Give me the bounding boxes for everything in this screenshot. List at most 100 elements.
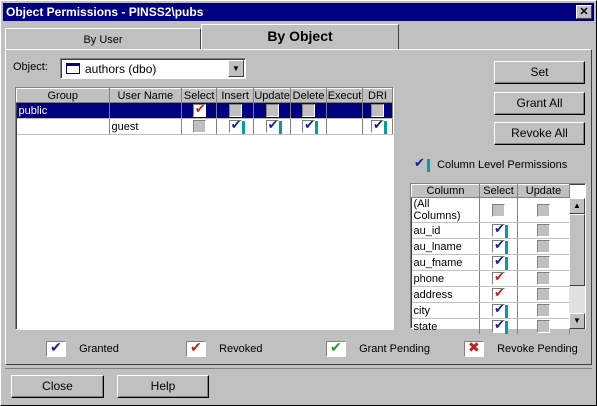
permission-insert-checkbox[interactable] xyxy=(228,104,242,117)
column-row[interactable]: (All Columns) xyxy=(411,197,570,223)
column-update-checkbox[interactable] xyxy=(537,256,550,269)
column-name-cell[interactable]: address xyxy=(411,286,480,303)
tab-by-user[interactable]: By User xyxy=(5,28,201,50)
column-row[interactable]: au_lname xyxy=(411,237,570,255)
column-name-cell[interactable]: (All Columns) xyxy=(411,197,480,223)
permission-update-checkbox[interactable] xyxy=(265,117,282,134)
col-header-delete[interactable]: Delete xyxy=(290,88,328,103)
column-select-checkbox[interactable] xyxy=(492,269,505,285)
set-button[interactable]: Set xyxy=(494,61,585,84)
column-update-cell[interactable] xyxy=(517,238,570,255)
col-header-execute[interactable]: Execut xyxy=(326,88,364,103)
column-row[interactable]: city xyxy=(411,301,570,319)
permission-select-checkbox[interactable] xyxy=(192,120,206,133)
legend-revoke-pending: ✖ Revoke Pending xyxy=(464,339,578,357)
column-update-checkbox[interactable] xyxy=(537,320,550,333)
col-header-group[interactable]: Group xyxy=(16,88,110,103)
vertical-scrollbar[interactable]: ▲ ▼ xyxy=(569,198,585,329)
permission-dri-cell[interactable] xyxy=(362,117,393,135)
column-update-cell[interactable] xyxy=(517,270,570,287)
permission-row[interactable]: guest xyxy=(16,117,393,135)
scroll-down-icon[interactable]: ▼ xyxy=(569,313,585,329)
permission-dri-checkbox[interactable] xyxy=(371,117,388,134)
column-update-checkbox[interactable] xyxy=(537,224,550,237)
column-name-cell[interactable]: au_fname xyxy=(411,254,480,271)
column-row[interactable]: phone xyxy=(411,269,570,287)
help-button[interactable]: Help xyxy=(117,375,209,398)
column-select-checkbox[interactable] xyxy=(492,203,505,217)
permission-group-cell[interactable]: public xyxy=(16,102,110,119)
column-update-checkbox[interactable] xyxy=(537,272,550,285)
permission-user-cell[interactable]: guest xyxy=(109,118,183,135)
col-header-user-name[interactable]: User Name xyxy=(108,88,183,103)
table-icon xyxy=(66,63,80,74)
col-header-dri[interactable]: DRI xyxy=(362,88,393,103)
column-update-cell[interactable] xyxy=(517,254,570,271)
col-header-insert[interactable]: Insert xyxy=(216,88,255,103)
column-permissions-grid[interactable]: Column Select Update (All Columns)au_ida… xyxy=(410,183,586,335)
tab-by-object[interactable]: By Object xyxy=(201,24,399,49)
column-row[interactable]: address xyxy=(411,285,570,303)
col-header-col-select[interactable]: Select xyxy=(479,184,518,198)
column-select-cell[interactable] xyxy=(479,197,518,223)
column-update-checkbox[interactable] xyxy=(537,203,550,217)
permission-delete-cell[interactable] xyxy=(290,117,328,135)
chevron-down-icon[interactable]: ▼ xyxy=(228,60,244,77)
permission-delete-checkbox[interactable] xyxy=(302,117,319,134)
column-select-checkbox[interactable] xyxy=(492,253,508,270)
column-name-cell[interactable]: au_lname xyxy=(411,238,480,255)
permission-select-checkbox[interactable] xyxy=(192,101,206,117)
close-button[interactable]: Close xyxy=(11,375,104,398)
column-update-cell[interactable] xyxy=(517,197,570,223)
permission-user-cell[interactable] xyxy=(109,102,183,119)
column-update-cell[interactable] xyxy=(517,286,570,303)
permission-dri-checkbox[interactable] xyxy=(371,104,385,117)
column-update-cell[interactable] xyxy=(517,222,570,239)
column-select-cell[interactable] xyxy=(479,317,518,335)
permission-update-cell[interactable] xyxy=(253,117,292,135)
col-header-col-update[interactable]: Update xyxy=(517,184,570,198)
column-update-checkbox[interactable] xyxy=(537,240,550,253)
column-name-cell[interactable]: phone xyxy=(411,270,480,287)
scroll-thumb[interactable] xyxy=(569,214,585,286)
permission-select-cell[interactable] xyxy=(181,101,218,119)
column-name-cell[interactable]: au_id xyxy=(411,222,480,239)
permission-execute-cell[interactable] xyxy=(326,118,364,135)
grant-all-button[interactable]: Grant All xyxy=(494,92,585,115)
column-select-checkbox[interactable] xyxy=(492,237,508,254)
column-row[interactable]: state xyxy=(411,317,570,335)
column-update-checkbox[interactable] xyxy=(537,304,550,317)
permission-insert-cell[interactable] xyxy=(216,117,255,135)
permission-delete-checkbox[interactable] xyxy=(302,104,316,117)
legend-revoked-label: Revoked xyxy=(219,342,263,355)
revoke-all-button[interactable]: Revoke All xyxy=(494,122,585,145)
permission-row[interactable]: public xyxy=(16,101,393,119)
column-row[interactable]: au_fname xyxy=(411,253,570,271)
column-update-checkbox[interactable] xyxy=(537,288,550,301)
column-select-checkbox[interactable] xyxy=(492,285,505,301)
title-bar: Object Permissions - PINSS2\pubs ✕ xyxy=(3,3,594,21)
legend-grant-pending: ✔ Grant Pending xyxy=(326,339,430,357)
column-name-cell[interactable]: city xyxy=(411,302,480,319)
revoked-check-icon: ✔ xyxy=(186,339,206,357)
column-select-checkbox[interactable] xyxy=(492,317,508,334)
column-select-checkbox[interactable] xyxy=(492,301,508,318)
column-level-permissions-toggle[interactable]: Column Level Permissions xyxy=(413,155,567,172)
legend-granted-label: Granted xyxy=(79,342,119,355)
column-update-cell[interactable] xyxy=(517,302,570,319)
permission-update-checkbox[interactable] xyxy=(265,104,279,117)
permission-group-cell[interactable] xyxy=(16,118,110,135)
col-header-column[interactable]: Column xyxy=(411,184,480,198)
close-icon[interactable]: ✕ xyxy=(576,5,592,19)
column-select-checkbox[interactable] xyxy=(492,221,508,238)
permission-execute-cell[interactable] xyxy=(326,102,364,119)
column-update-cell[interactable] xyxy=(517,318,570,335)
col-header-update[interactable]: Update xyxy=(253,88,292,103)
column-row[interactable]: au_id xyxy=(411,221,570,239)
object-combobox[interactable]: authors (dbo) ▼ xyxy=(60,58,246,79)
permissions-grid[interactable]: Group User Name Select Insert Update Del… xyxy=(15,87,394,330)
permission-select-cell[interactable] xyxy=(181,118,218,135)
permission-insert-checkbox[interactable] xyxy=(228,117,245,134)
scroll-up-icon[interactable]: ▲ xyxy=(569,198,585,214)
column-name-cell[interactable]: state xyxy=(411,318,480,335)
